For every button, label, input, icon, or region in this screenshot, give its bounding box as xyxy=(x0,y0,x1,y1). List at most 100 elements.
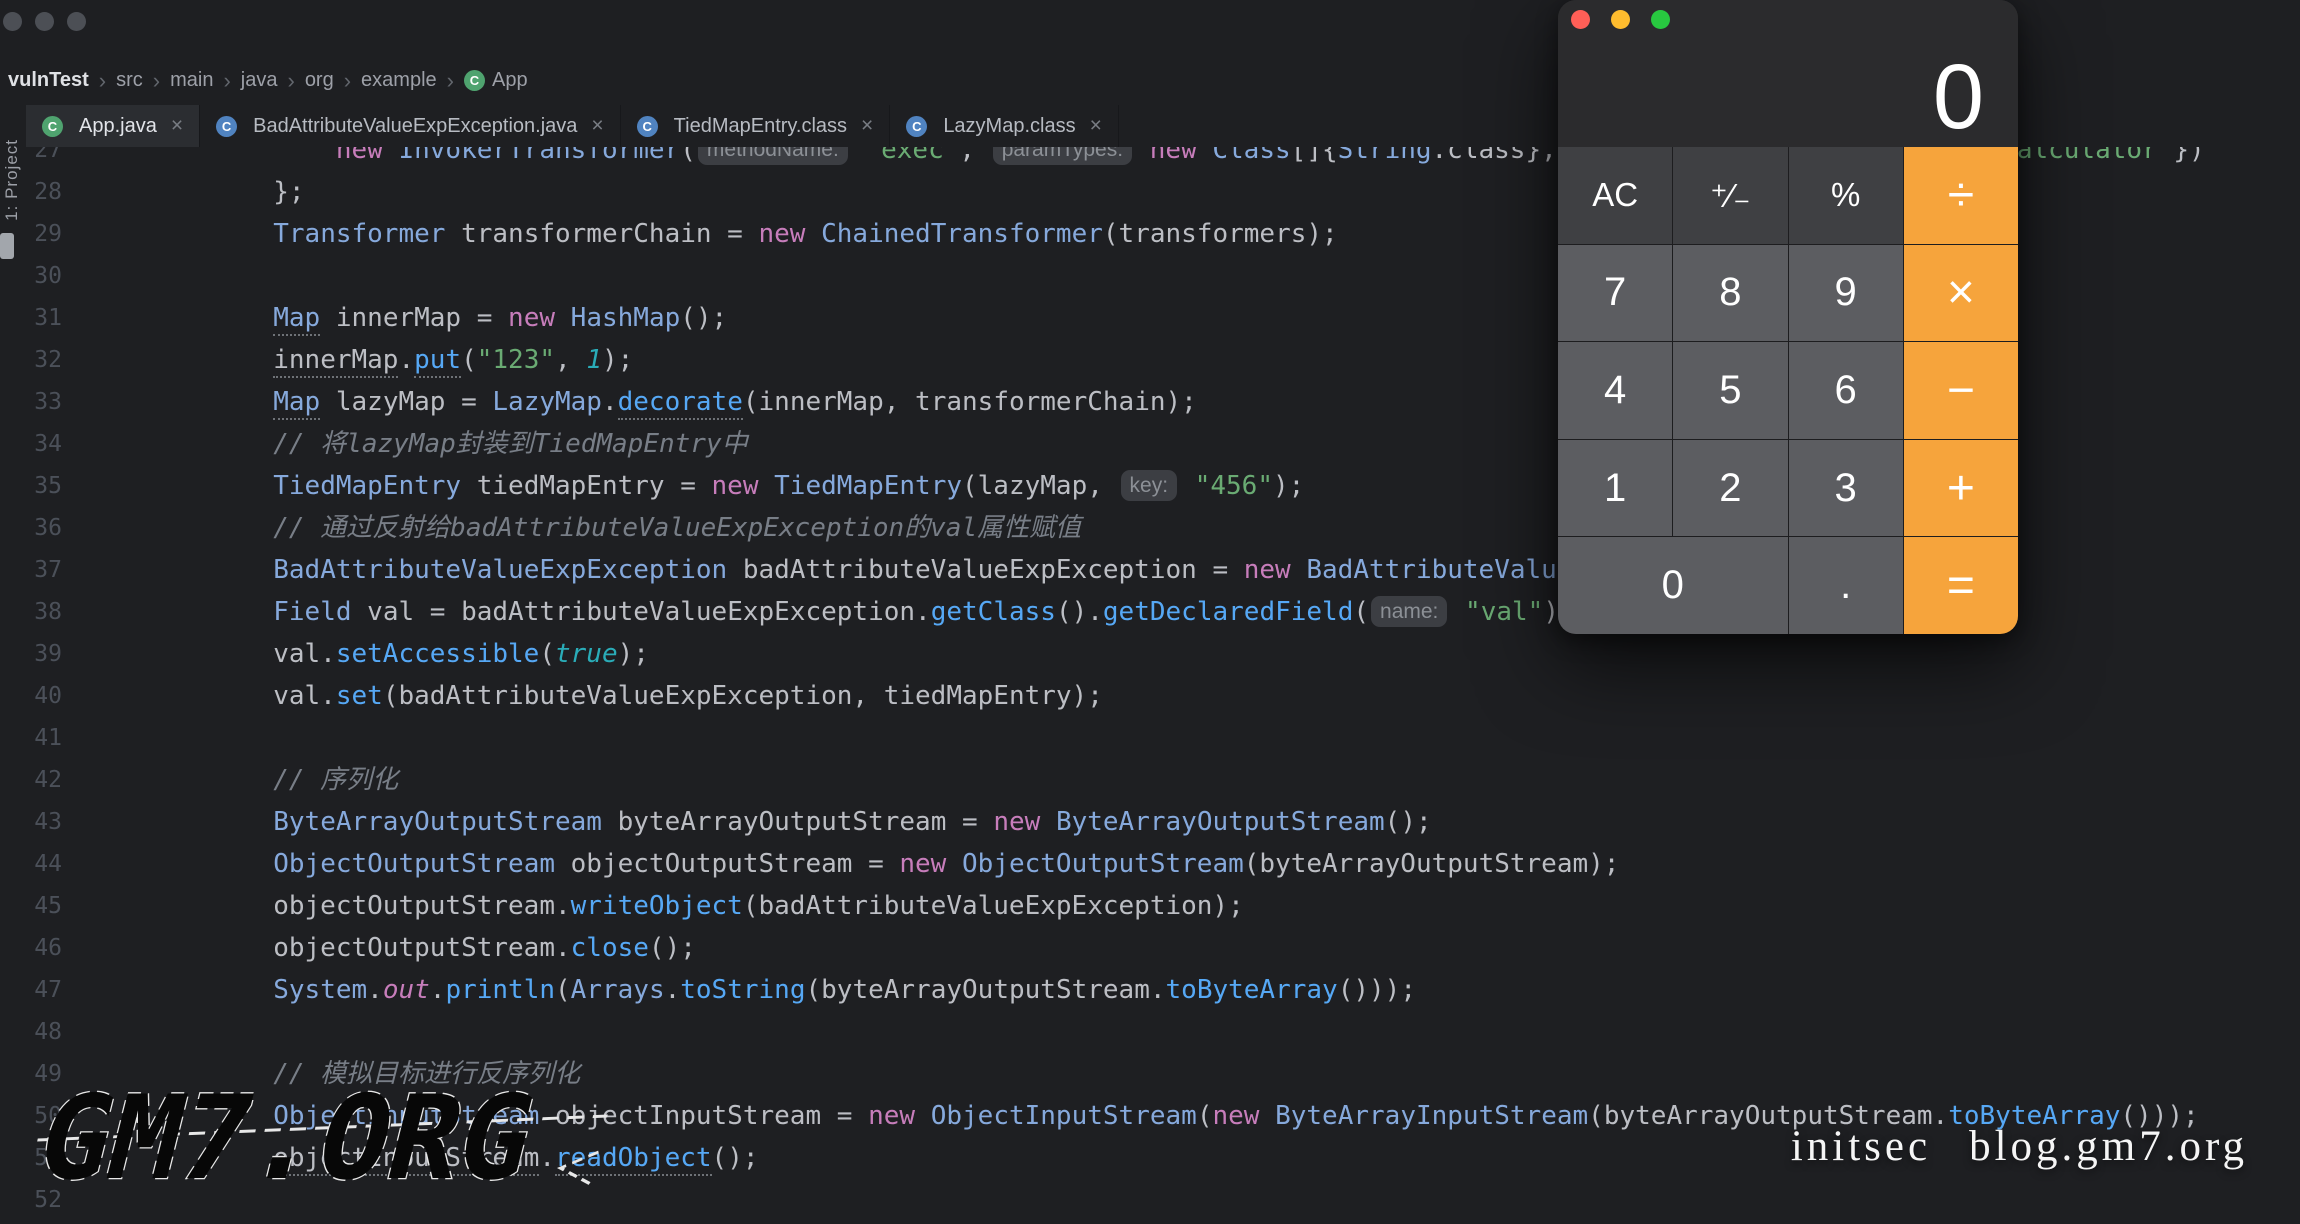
calc-button-three[interactable]: 3 xyxy=(1789,440,1903,537)
code-token: objectOutputStream = xyxy=(555,849,899,879)
tab-lazymap-class[interactable]: CLazyMap.class× xyxy=(890,105,1119,147)
calc-button-equals[interactable]: = xyxy=(1904,537,2018,634)
calc-button-divide[interactable]: ÷ xyxy=(1904,147,2018,244)
calc-button-one[interactable]: 1 xyxy=(1558,440,1672,537)
line-number: 43 xyxy=(26,801,62,843)
code-token xyxy=(148,555,273,585)
code-token: Field xyxy=(273,597,351,627)
project-tool-button[interactable]: 1: Project xyxy=(2,139,22,221)
calc-button-six[interactable]: 6 xyxy=(1789,342,1903,439)
calculator-keypad: AC⁺⁄₋%÷ 789× 456− 123+0.= xyxy=(1558,147,2018,634)
calc-button-decimal[interactable]: . xyxy=(1789,537,1903,634)
breadcrumb-item-org[interactable]: org xyxy=(305,69,334,92)
line-number: 29 xyxy=(26,213,62,255)
code-token xyxy=(148,975,273,1005)
code-token: Arrays xyxy=(571,975,665,1005)
class-icon: C xyxy=(637,116,658,137)
code-token: (byteArrayOutputStream. xyxy=(805,975,1165,1005)
code-token: . xyxy=(430,975,446,1005)
window-minimize-button[interactable] xyxy=(35,12,54,31)
line-number: 34 xyxy=(26,423,62,465)
graffiti-text: GM7.ORG xyxy=(25,1071,547,1206)
code-token: "456" xyxy=(1195,471,1273,501)
graffiti-logo: GM7.ORG xyxy=(18,1056,658,1216)
code-token: toByteArray xyxy=(1166,975,1338,1005)
tool-stripe-marker[interactable] xyxy=(0,233,14,259)
class-icon: C xyxy=(464,70,485,91)
breadcrumb-item-java[interactable]: java xyxy=(241,69,278,92)
code-text: Map lazyMap = LazyMap.decorate(innerMap,… xyxy=(148,381,1197,423)
tab-label: LazyMap.class xyxy=(943,115,1075,138)
code-token: lazyMap = xyxy=(320,387,492,417)
code-token: ); xyxy=(618,639,649,669)
breadcrumb-item-main[interactable]: main xyxy=(170,69,213,92)
line-number: 33 xyxy=(26,381,62,423)
code-line-41: 41 xyxy=(26,717,2300,759)
calc-button-two[interactable]: 2 xyxy=(1673,440,1787,537)
tab-tiedmapentry-class[interactable]: CTiedMapEntry.class× xyxy=(621,105,891,147)
calc-button-plus-minus[interactable]: ⁺⁄₋ xyxy=(1673,147,1787,244)
window-maximize-button[interactable] xyxy=(67,12,86,31)
tab-badattributevalueexpexception-java[interactable]: CBadAttributeValueExpException.java× xyxy=(200,105,621,147)
parameter-hint: methodName: xyxy=(698,147,848,165)
code-token: (innerMap, transformerChain); xyxy=(743,387,1197,417)
code-token: objectOutputStream. xyxy=(148,891,571,921)
code-token xyxy=(805,219,821,249)
calc-button-eight[interactable]: 8 xyxy=(1673,245,1787,342)
tab-close-icon[interactable]: × xyxy=(591,114,603,138)
calc-button-add[interactable]: + xyxy=(1904,440,2018,537)
breadcrumb-label: App xyxy=(492,69,528,92)
code-token: InvokerTransformer xyxy=(398,147,680,165)
code-token: "exec" xyxy=(865,147,959,165)
code-token: // 将lazyMap封装到TiedMapEntry中 xyxy=(148,429,748,459)
calc-button-seven[interactable]: 7 xyxy=(1558,245,1672,342)
breadcrumb-item-vulntest[interactable]: vulnTest xyxy=(8,69,89,92)
code-token: setAccessible xyxy=(336,639,540,669)
calc-button-nine[interactable]: 9 xyxy=(1789,245,1903,342)
code-token: ( xyxy=(461,345,477,375)
code-token: val = badAttributeValueExpException. xyxy=(352,597,931,627)
code-token: ( xyxy=(539,639,555,669)
line-number: 37 xyxy=(26,549,62,591)
code-token xyxy=(148,807,273,837)
calc-button-subtract[interactable]: − xyxy=(1904,342,2018,439)
calc-button-four[interactable]: 4 xyxy=(1558,342,1672,439)
breadcrumb-label: main xyxy=(170,69,213,92)
code-token xyxy=(148,849,273,879)
calculator-window[interactable]: 0 AC⁺⁄₋%÷ 789× 456− 123+0.= xyxy=(1558,0,2018,634)
calc-close-button[interactable] xyxy=(1571,10,1590,29)
code-token: // 序列化 xyxy=(148,765,398,795)
code-token: innerMap xyxy=(273,345,398,378)
tab-close-icon[interactable]: × xyxy=(861,114,873,138)
code-token: ( xyxy=(1197,1101,1213,1131)
code-token: badAttributeValueExpException = xyxy=(727,555,1244,585)
code-token: System xyxy=(273,975,367,1005)
code-line-46: 46 objectOutputStream.close(); xyxy=(26,927,2300,969)
breadcrumb-item-src[interactable]: src xyxy=(116,69,143,92)
code-token xyxy=(148,147,336,165)
code-token: Map xyxy=(273,387,320,420)
line-number: 42 xyxy=(26,759,62,801)
breadcrumb-item-example[interactable]: example xyxy=(361,69,437,92)
code-line-48: 48 xyxy=(26,1011,2300,1053)
tab-close-icon[interactable]: × xyxy=(171,114,183,138)
code-token: close xyxy=(571,933,649,963)
calc-button-five[interactable]: 5 xyxy=(1673,342,1787,439)
calc-minimize-button[interactable] xyxy=(1611,10,1630,29)
code-token: , xyxy=(959,147,990,165)
calc-maximize-button[interactable] xyxy=(1651,10,1670,29)
window-close-button[interactable] xyxy=(3,12,22,31)
calc-button-multiply[interactable]: × xyxy=(1904,245,2018,342)
breadcrumb-item-app[interactable]: C App xyxy=(464,69,528,92)
code-text: // 将lazyMap封装到TiedMapEntry中 xyxy=(148,423,748,465)
calc-button-ac[interactable]: AC xyxy=(1558,147,1672,244)
calc-button-zero[interactable]: 0 xyxy=(1558,537,1788,634)
code-token: getDeclaredField xyxy=(1103,597,1353,627)
code-token: LazyMap xyxy=(492,387,602,417)
tab-close-icon[interactable]: × xyxy=(1090,114,1102,138)
code-token: }) xyxy=(2173,147,2204,165)
calc-button-percent[interactable]: % xyxy=(1789,147,1903,244)
breadcrumb-separator-icon: › xyxy=(153,71,160,91)
tab-app-java[interactable]: CApp.java× xyxy=(26,105,200,147)
code-token: ())); xyxy=(1338,975,1416,1005)
